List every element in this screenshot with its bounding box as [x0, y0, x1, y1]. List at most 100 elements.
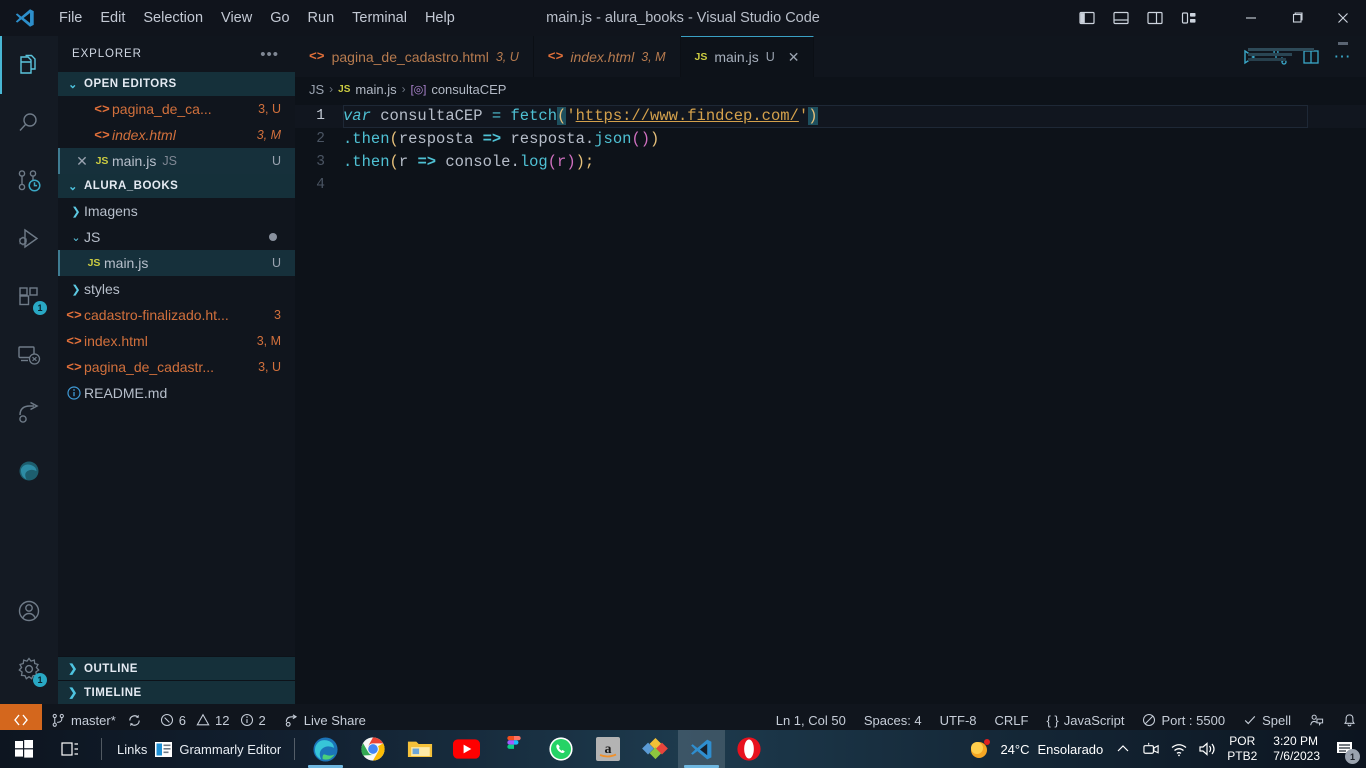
taskbar-app-file-explorer[interactable]: [396, 730, 443, 768]
activity-manage-settings[interactable]: 1: [0, 640, 58, 698]
taskbar-app-colored-diamonds[interactable]: [631, 730, 678, 768]
paren-open: (: [389, 130, 399, 148]
search-icon: [19, 113, 37, 131]
open-editor-pagina-de-cadastro[interactable]: <> pagina_de_ca... 3, U: [58, 96, 295, 122]
activity-accounts[interactable]: [0, 582, 58, 640]
breadcrumb-file[interactable]: main.js: [355, 82, 396, 97]
start-button[interactable]: [0, 730, 47, 768]
chevron-right-icon: ❯: [71, 283, 81, 296]
breadcrumb-folder[interactable]: JS: [309, 82, 324, 97]
outline-section-header[interactable]: ❯ OUTLINE: [58, 656, 295, 680]
youtube-icon: [453, 739, 481, 759]
taskbar-app-google-chrome[interactable]: [349, 730, 396, 768]
extensions-badge: 1: [33, 301, 47, 315]
open-editor-main-js[interactable]: ✕ JS main.js JS U: [58, 148, 295, 174]
code-editor[interactable]: 1 var consultaCEP = fetch('https://www.f…: [295, 101, 1366, 197]
code-line-1[interactable]: 1 var consultaCEP = fetch('https://www.f…: [295, 105, 1366, 128]
customize-layout-icon[interactable]: [1172, 0, 1206, 36]
remote-explorer-icon: [18, 346, 41, 365]
taskbar-app-microsoft-edge[interactable]: [302, 730, 349, 768]
window-close-button[interactable]: [1320, 0, 1366, 36]
activity-run-and-debug[interactable]: [0, 210, 58, 268]
menu-selection[interactable]: Selection: [134, 7, 212, 29]
volume-tray-icon[interactable]: [1193, 730, 1221, 768]
windows-taskbar: Links Grammarly Editor a 24°C Ensolarado…: [0, 730, 1366, 768]
taskbar-app-amazon[interactable]: a: [584, 730, 631, 768]
sync-icon: [129, 714, 140, 726]
run-code-button[interactable]: [1235, 43, 1263, 71]
tree-file-index-html[interactable]: <> index.html 3, M: [58, 328, 295, 354]
notification-center-button[interactable]: 1: [1328, 730, 1362, 768]
tree-item-label: cadastro-finalizado.ht...: [84, 307, 229, 323]
more-actions-button[interactable]: ⋯: [1328, 43, 1356, 71]
tree-folder-js[interactable]: ⌄ JS: [58, 224, 295, 250]
menu-file[interactable]: File: [50, 7, 91, 29]
taskbar-app-youtube[interactable]: [443, 730, 490, 768]
tree-folder-styles[interactable]: ❯ styles: [58, 276, 295, 302]
split-source-control-button[interactable]: [1266, 43, 1294, 71]
taskbar-app-opera[interactable]: [725, 730, 772, 768]
taskbar-weather[interactable]: 24°C Ensolarado: [958, 737, 1109, 761]
explorer-header: EXPLORER •••: [58, 36, 295, 72]
toggle-primary-sidebar-icon[interactable]: [1070, 0, 1104, 36]
open-editors-header[interactable]: ⌄ OPEN EDITORS: [58, 72, 295, 96]
tree-file-pagina-de-cadastro[interactable]: <> pagina_de_cadastr... 3, U: [58, 354, 295, 380]
menu-view[interactable]: View: [212, 7, 261, 29]
task-view-icon: [60, 742, 78, 756]
tab-index-html[interactable]: <> index.html 3, M: [534, 36, 681, 77]
tree-file-main-js[interactable]: JS main.js U: [58, 250, 295, 276]
close-icon[interactable]: ✕: [72, 153, 92, 170]
timeline-section-header[interactable]: ❯ TIMELINE: [58, 680, 295, 704]
run-debug-icon: [19, 228, 39, 249]
activity-extensions[interactable]: 1: [0, 268, 58, 326]
code-line-4[interactable]: 4: [295, 174, 1366, 197]
tree-file-readme[interactable]: README.md: [58, 380, 295, 406]
param-resposta: resposta: [398, 130, 474, 148]
menu-edit[interactable]: Edit: [91, 7, 134, 29]
html-icon: <>: [94, 101, 110, 117]
outline-label: OUTLINE: [84, 662, 138, 675]
method-json: json: [594, 130, 632, 148]
object-console: console: [445, 153, 511, 171]
activity-explorer[interactable]: [0, 36, 58, 94]
toggle-panel-icon[interactable]: [1104, 0, 1138, 36]
tab-main-js[interactable]: JS main.js U ✕: [680, 36, 815, 77]
show-hidden-icons-button[interactable]: [1109, 730, 1137, 768]
camera-tray-icon[interactable]: [1137, 730, 1165, 768]
task-view-button[interactable]: [47, 730, 94, 768]
open-editor-index-html[interactable]: <> index.html 3, M: [58, 122, 295, 148]
split-editor-button[interactable]: [1297, 43, 1325, 71]
paren-close: ): [808, 107, 818, 125]
activity-search[interactable]: [0, 94, 58, 152]
tab-pagina-de-cadastro-html[interactable]: <> pagina_de_cadastro.html 3, U: [295, 36, 534, 77]
code-line-3[interactable]: 3 .then(r => console.log(r));: [295, 151, 1366, 174]
taskbar-app-whatsapp[interactable]: [537, 730, 584, 768]
taskbar-app-figma[interactable]: [490, 730, 537, 768]
string-url[interactable]: https://www.findcep.com/: [576, 107, 799, 125]
window-minimize-button[interactable]: [1228, 0, 1274, 36]
activity-browser-preview[interactable]: [0, 442, 58, 500]
menu-go[interactable]: Go: [261, 7, 298, 29]
menu-help[interactable]: Help: [416, 7, 464, 29]
close-icon[interactable]: ✕: [788, 49, 800, 66]
taskbar-clock[interactable]: 3:20 PM 7/6/2023: [1263, 734, 1328, 764]
taskbar-links-label[interactable]: Links: [109, 742, 155, 757]
activity-live-share[interactable]: [0, 384, 58, 442]
window-maximize-button[interactable]: [1274, 0, 1320, 36]
chevron-right-icon: ❯: [68, 663, 78, 675]
tree-folder-imagens[interactable]: ❯ Imagens: [58, 198, 295, 224]
explorer-more-icon[interactable]: •••: [260, 47, 279, 62]
taskbar-grammarly-item[interactable]: Grammarly Editor: [155, 741, 287, 757]
code-line-2[interactable]: 2 .then(resposta => resposta.json()): [295, 128, 1366, 151]
breadcrumb-symbol[interactable]: consultaCEP: [431, 82, 506, 97]
taskbar-app-visual-studio-code[interactable]: [678, 730, 726, 768]
menu-terminal[interactable]: Terminal: [343, 7, 416, 29]
activity-source-control[interactable]: [0, 152, 58, 210]
tree-file-cadastro-finalizado[interactable]: <> cadastro-finalizado.ht... 3: [58, 302, 295, 328]
menu-run[interactable]: Run: [299, 7, 344, 29]
language-indicator[interactable]: POR PTB2: [1221, 734, 1263, 764]
wifi-tray-icon[interactable]: [1165, 730, 1193, 768]
toggle-secondary-sidebar-icon[interactable]: [1138, 0, 1172, 36]
activity-remote-explorer[interactable]: [0, 326, 58, 384]
project-header[interactable]: ⌄ ALURA_BOOKS: [58, 174, 295, 198]
